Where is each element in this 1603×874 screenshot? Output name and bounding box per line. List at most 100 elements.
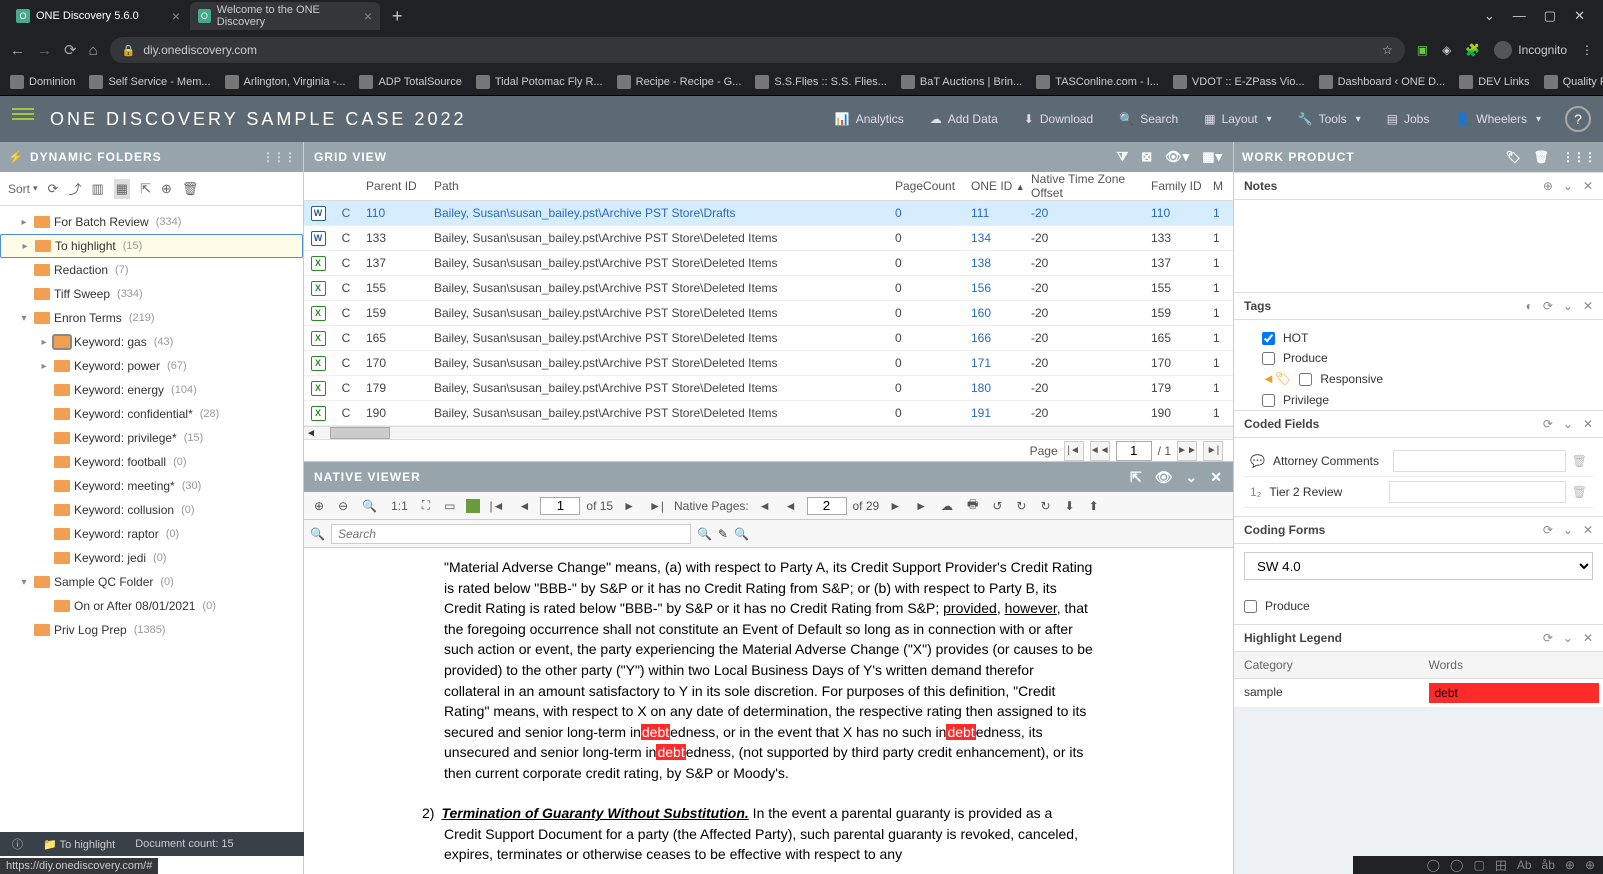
eye-icon[interactable]: 👁 xyxy=(1155,469,1174,486)
chevron-down-icon[interactable]: ⌄ xyxy=(1563,417,1573,431)
popout-icon[interactable]: ⇱ xyxy=(1130,469,1143,486)
pager-input[interactable] xyxy=(1116,441,1152,461)
pager-prev[interactable]: ◄◄ xyxy=(1090,441,1110,461)
status-icon[interactable]: ◯ xyxy=(1427,858,1440,872)
col-m[interactable]: M xyxy=(1213,179,1233,193)
page-prev-icon[interactable]: |◄ xyxy=(486,497,509,515)
bookmark[interactable]: Dashboard ‹ ONE D... xyxy=(1319,75,1446,89)
bookmark[interactable]: Tidal Potomac Fly R... xyxy=(476,75,603,89)
np-prev-icon[interactable]: ◄ xyxy=(755,497,775,515)
analytics-button[interactable]: 📊Analytics xyxy=(823,104,916,134)
reload-icon[interactable]: ⟳ xyxy=(64,41,77,59)
delete-field-icon[interactable]: 🗑 xyxy=(1572,454,1587,468)
bookmark[interactable]: S.S.Flies :: S.S. Flies... xyxy=(755,75,886,89)
status-icon[interactable]: Ab xyxy=(1517,858,1532,872)
tree-node[interactable]: Keyword: confidential*(28) xyxy=(0,402,303,426)
tree-node[interactable]: Keyword: collusion(0) xyxy=(0,498,303,522)
refresh-icon[interactable]: ⟳ xyxy=(48,181,59,197)
expand-icon[interactable]: ▾ xyxy=(18,577,30,588)
delete-icon[interactable]: 🗑 xyxy=(182,181,199,197)
tag-toggle-icon[interactable]: ◐ xyxy=(1526,299,1533,313)
download-icon[interactable]: ⬇ xyxy=(1061,497,1079,515)
status-icon[interactable]: åb xyxy=(1542,858,1555,872)
highlight-icon[interactable]: ▭ xyxy=(440,497,459,515)
zoom-icon[interactable]: 🔍 xyxy=(358,497,381,515)
bookmark[interactable]: Dominion xyxy=(10,75,75,89)
grid-row[interactable]: XC137Bailey, Susan\susan_bailey.pst\Arch… xyxy=(304,251,1233,276)
delete-field-icon[interactable]: 🗑 xyxy=(1572,485,1587,499)
tree-node[interactable]: ▸Keyword: gas(43) xyxy=(0,330,303,354)
refresh-icon[interactable]: ⟳ xyxy=(1543,523,1553,537)
col-pagecount[interactable]: PageCount xyxy=(889,179,965,193)
maximize-icon[interactable]: ▢ xyxy=(1544,8,1556,24)
share-icon[interactable]: ⤴ xyxy=(68,179,81,198)
expand-icon[interactable]: ▸ xyxy=(38,337,50,348)
clear-icon[interactable]: ⊠ xyxy=(1141,149,1153,165)
bookmark[interactable]: Arlington, Virginia -... xyxy=(225,75,346,89)
chevron-down-icon[interactable]: ⌄ xyxy=(1563,179,1573,193)
tree-node[interactable]: ▸For Batch Review(334) xyxy=(0,210,303,234)
refresh-icon[interactable]: ⟳ xyxy=(1543,417,1553,431)
tree-node[interactable]: ▾Sample QC Folder(0) xyxy=(0,570,303,594)
tree-node[interactable]: ▸To highlight(15) xyxy=(0,234,303,258)
star-icon[interactable]: ☆ xyxy=(1382,43,1393,57)
url-input[interactable]: 🔒 diy.onediscovery.com ☆ xyxy=(110,37,1405,63)
add-data-button[interactable]: ☁Add Data xyxy=(918,104,1010,134)
chevron-down-icon[interactable]: ⌄ xyxy=(1563,523,1573,537)
tag-checkbox[interactable] xyxy=(1262,352,1275,365)
chevron-down-icon[interactable]: ⌄ xyxy=(1186,469,1199,486)
grid-row[interactable]: XC155Bailey, Susan\susan_bailey.pst\Arch… xyxy=(304,276,1233,301)
close-icon[interactable]: ✕ xyxy=(1583,631,1593,645)
grid-row[interactable]: XC179Bailey, Susan\susan_bailey.pst\Arch… xyxy=(304,376,1233,401)
extension-icon[interactable]: ◈ xyxy=(1442,43,1451,57)
bookmark[interactable]: Self Service - Mem... xyxy=(89,75,210,89)
notes-body[interactable] xyxy=(1234,200,1603,292)
tree-node[interactable]: Keyword: energy(104) xyxy=(0,378,303,402)
grid-row[interactable]: XC170Bailey, Susan\susan_bailey.pst\Arch… xyxy=(304,351,1233,376)
tag-icon[interactable]: 🏷 xyxy=(1506,150,1522,164)
scroll-thumb[interactable] xyxy=(330,427,390,439)
extensions-icon[interactable]: 🧩 xyxy=(1465,43,1480,57)
bookmark[interactable]: Recipe - Recipe - G... xyxy=(617,75,742,89)
status-icon[interactable]: 田 xyxy=(1495,857,1507,874)
status-info-icon[interactable]: ⓘ xyxy=(12,836,23,852)
close-icon[interactable]: ✕ xyxy=(1583,179,1593,193)
fit-width-icon[interactable]: ⛶ xyxy=(418,496,434,515)
search-icon[interactable]: 🔍 xyxy=(310,527,325,541)
bookmark[interactable]: Quality Pre-Owned... xyxy=(1544,75,1603,89)
tree-node[interactable]: Keyword: jedi(0) xyxy=(0,546,303,570)
native-search-input[interactable] xyxy=(331,524,691,544)
back-icon[interactable]: ← xyxy=(10,42,25,59)
forward-icon[interactable]: → xyxy=(37,42,52,59)
pager-first[interactable]: |◄ xyxy=(1064,441,1084,461)
rotate-icon[interactable]: ↻ xyxy=(1012,497,1030,515)
browser-tab-active[interactable]: O ONE Discovery 5.6.0 × xyxy=(8,2,188,30)
produce-checkbox[interactable] xyxy=(1244,600,1257,613)
chevron-down-icon[interactable]: ⌄ xyxy=(1563,631,1573,645)
status-icon[interactable]: ▢ xyxy=(1473,858,1484,872)
page-prev2-icon[interactable]: ◄ xyxy=(515,497,535,515)
grid-row[interactable]: XC159Bailey, Susan\susan_bailey.pst\Arch… xyxy=(304,301,1233,326)
browser-tab[interactable]: O Welcome to the ONE Discovery × xyxy=(190,2,380,30)
grid-row[interactable]: WC133Bailey, Susan\susan_bailey.pst\Arch… xyxy=(304,226,1233,251)
tree-node[interactable]: Keyword: football(0) xyxy=(0,450,303,474)
status-icon[interactable]: ⊕ xyxy=(1565,858,1575,872)
bookmark[interactable]: DEV Links xyxy=(1459,75,1529,89)
book-icon[interactable]: ▥ xyxy=(91,181,103,197)
grip-icon[interactable]: ⋮⋮⋮ xyxy=(262,150,295,164)
close-icon[interactable]: ✕ xyxy=(1210,469,1223,486)
chevron-down-icon[interactable]: ⌄ xyxy=(1484,8,1495,24)
home-icon[interactable]: ⌂ xyxy=(89,42,98,59)
col-family-id[interactable]: Family ID xyxy=(1145,179,1213,193)
close-icon[interactable]: ✕ xyxy=(1583,299,1593,313)
doc-icon[interactable]: ▦ xyxy=(114,179,130,199)
jobs-button[interactable]: ▤Jobs xyxy=(1375,104,1442,134)
tree-node[interactable]: Keyword: meeting*(30) xyxy=(0,474,303,498)
tree-node[interactable]: On or After 08/01/2021(0) xyxy=(0,594,303,618)
status-icon[interactable]: ◯ xyxy=(1450,858,1463,872)
filter-icon[interactable]: ⧩ xyxy=(1117,149,1130,165)
bookmark[interactable]: BaT Auctions | Brin... xyxy=(901,75,1022,89)
col-parent-id[interactable]: Parent ID xyxy=(360,179,428,193)
np-next2-icon[interactable]: ► xyxy=(911,497,931,515)
bookmark[interactable]: TASConline.com - I... xyxy=(1036,75,1159,89)
